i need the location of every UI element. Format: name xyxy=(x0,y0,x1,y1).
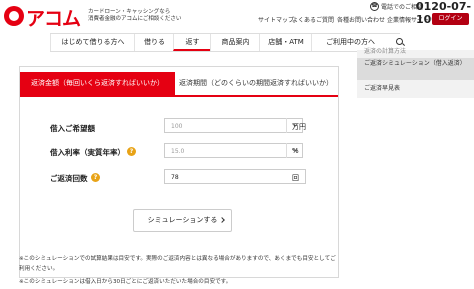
simulation-card: 返済金額（毎回いくら返済すればいいか） 返済期間（どのくらいの期間返済すればいい… xyxy=(19,66,339,278)
payment-count-unit: 回 xyxy=(292,174,299,182)
nav-item-first-time[interactable]: はじめて借りる方へ xyxy=(50,34,135,51)
simulate-button[interactable]: シミュレーションする xyxy=(133,209,232,232)
site-header: アコム カードローン・キャッシングなら 消費者金融のアコムにご相談ください サイ… xyxy=(0,0,474,33)
nav-item-borrow[interactable]: 借りる xyxy=(134,34,174,51)
nav-item-products[interactable]: 商品案内 xyxy=(210,34,260,51)
loan-amount-select[interactable]: 100 xyxy=(164,118,303,133)
tab-repayment-period[interactable]: 返済期間（どのくらいの期間返済すればいいか） xyxy=(175,72,337,96)
payment-count-label: ご返済回数 xyxy=(50,174,88,183)
side-menu: 返済の計算方法 ご返済シミュレーション（借入返済） ご返済早見表 xyxy=(357,48,474,98)
side-item-repayment-simulation[interactable]: ご返済シミュレーション（借入返済） xyxy=(357,58,474,80)
search-icon[interactable] xyxy=(396,38,403,45)
interest-rate-label: 借入利率（実質年率） xyxy=(50,148,125,157)
note-estimate: ※このシミュレーションでの試算結果は目安です。実際のご返済内容とは異なる場合があ… xyxy=(19,256,336,272)
logo-text[interactable]: アコム xyxy=(26,4,81,31)
util-link-faq[interactable]: よくあるご質問 xyxy=(292,15,334,24)
help-icon[interactable]: ? xyxy=(127,147,136,156)
interest-rate-unit: % xyxy=(292,147,299,155)
side-item-repayment-table[interactable]: ご返済早見表 xyxy=(357,83,474,93)
tagline-line-1: カードローン・キャッシングなら xyxy=(88,9,171,15)
tab-underline xyxy=(20,95,338,97)
nav-item-stores-atm[interactable]: 店舗・ATM xyxy=(259,34,312,51)
nav-item-repay[interactable]: 返す xyxy=(173,34,211,51)
phone-icon: ☎ xyxy=(370,2,379,11)
acom-logo-icon[interactable] xyxy=(4,6,24,26)
side-item-calc-method[interactable]: 返済の計算方法 xyxy=(357,46,474,56)
loan-amount-unit: 万円 xyxy=(292,123,306,131)
tagline-line-2: 消費者金融のアコムにご相談ください xyxy=(88,16,182,22)
util-link-contact[interactable]: 各種お問い合わせ xyxy=(337,15,385,24)
loan-amount-label: 借入ご希望額 xyxy=(50,124,95,133)
login-button[interactable]: ログイン xyxy=(432,13,469,25)
global-nav: はじめて借りる方へ 借りる 返す 商品案内 店舗・ATM ご利用中の方へ xyxy=(50,33,400,52)
interest-rate-select[interactable]: 15.0 xyxy=(164,143,303,158)
note-30-days: ※このシミュレーションは借入日から30日ごとにご返済いただいた場合の目安です。 xyxy=(19,279,232,285)
payment-count-input[interactable]: 78 xyxy=(164,169,306,184)
util-link-sitemap[interactable]: サイトマップ xyxy=(258,15,294,24)
tab-repayment-amount[interactable]: 返済金額（毎回いくら返済すればいいか） xyxy=(20,72,175,95)
help-icon[interactable]: ? xyxy=(91,173,100,182)
